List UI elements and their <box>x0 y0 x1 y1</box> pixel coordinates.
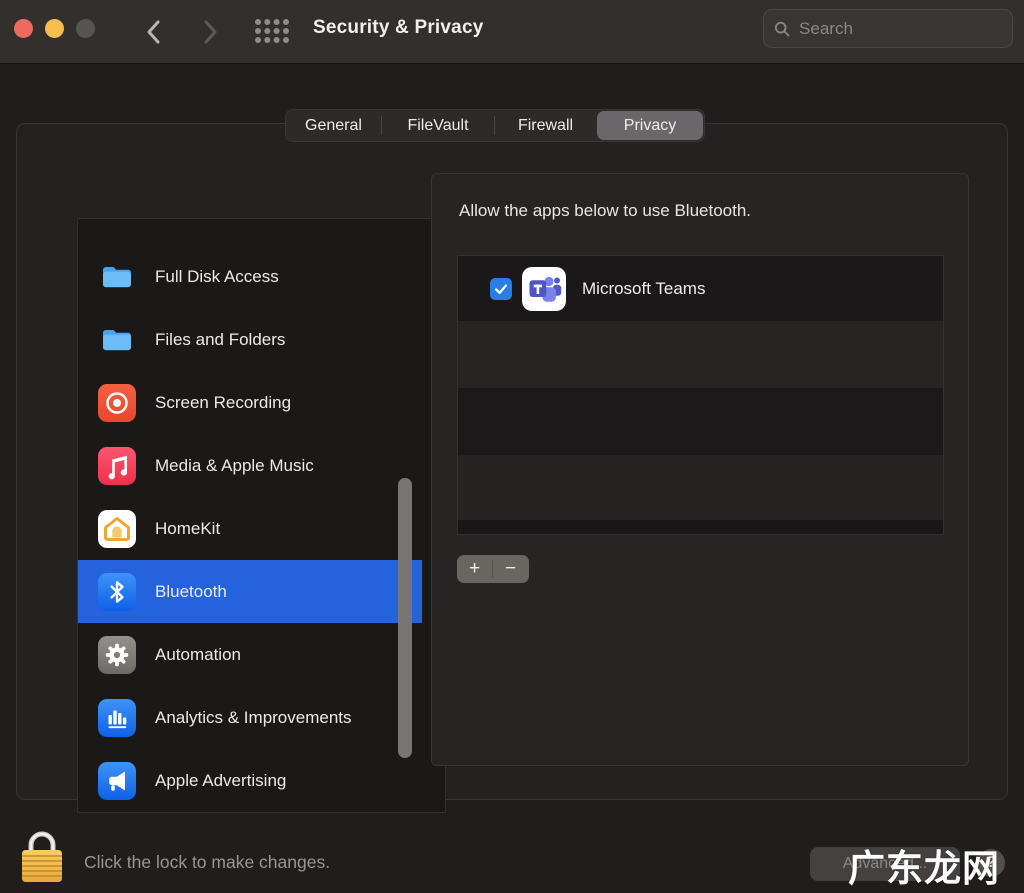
grid-icon <box>254 18 290 44</box>
lock-icon <box>20 824 64 886</box>
sidebar-item-label: Analytics & Improvements <box>155 708 352 728</box>
sidebar-item-apple-advertising[interactable]: Apple Advertising <box>78 749 445 812</box>
sidebar-item-label: Files and Folders <box>155 330 285 350</box>
checkmark-icon <box>492 280 510 298</box>
megaphone-icon <box>98 762 136 800</box>
gear-icon <box>98 636 136 674</box>
remove-app-button[interactable]: − <box>493 555 528 583</box>
back-button[interactable] <box>136 14 172 50</box>
security-privacy-window: Security & Privacy General FileVault Fir… <box>0 0 1024 893</box>
microsoft-teams-app-icon <box>522 267 566 311</box>
tab-filevault[interactable]: FileVault <box>382 110 494 141</box>
search-field[interactable] <box>763 9 1013 48</box>
page-title: Security & Privacy <box>313 17 483 39</box>
bluetooth-detail-pane: Allow the apps below to use Bluetooth. <box>431 173 969 766</box>
lock-button[interactable] <box>20 824 64 886</box>
app-checkbox[interactable] <box>490 278 512 300</box>
sidebar-item-label: HomeKit <box>155 519 220 539</box>
allowed-apps-list: Microsoft Teams <box>457 255 944 535</box>
sidebar-item-screen-recording[interactable]: Screen Recording <box>78 371 445 434</box>
sidebar-item-analytics-improvements[interactable]: Analytics & Improvements <box>78 686 445 749</box>
bar-chart-icon <box>98 699 136 737</box>
pane-heading: Allow the apps below to use Bluetooth. <box>459 201 751 221</box>
tab-bar: General FileVault Firewall Privacy <box>285 109 705 142</box>
app-row-microsoft-teams[interactable]: Microsoft Teams <box>458 256 943 321</box>
chevron-left-icon <box>146 20 162 44</box>
search-input[interactable] <box>799 19 1002 39</box>
sidebar-item-homekit[interactable]: HomeKit <box>78 497 445 560</box>
sidebar-item-full-disk-access[interactable]: Full Disk Access <box>78 245 445 308</box>
sidebar-item-media-apple-music[interactable]: Media & Apple Music <box>78 434 445 497</box>
sidebar-item-label: Media & Apple Music <box>155 456 314 476</box>
bluetooth-icon <box>98 573 136 611</box>
forward-button[interactable] <box>192 14 228 50</box>
empty-list-row <box>458 455 943 520</box>
sidebar-item-bluetooth[interactable]: Bluetooth <box>78 560 422 623</box>
tab-privacy[interactable]: Privacy <box>597 111 703 140</box>
empty-list-row <box>458 321 943 388</box>
sidebar-scrollbar-thumb[interactable] <box>398 478 412 758</box>
home-icon <box>98 510 136 548</box>
sidebar-item-label: Full Disk Access <box>155 267 279 287</box>
titlebar: Security & Privacy <box>0 0 1024 64</box>
minimize-button[interactable] <box>45 19 64 38</box>
tab-firewall[interactable]: Firewall <box>495 110 596 141</box>
add-app-button[interactable]: + <box>457 555 492 583</box>
privacy-panel: Full Disk Access Files and Folders <box>16 123 1008 800</box>
record-icon <box>98 384 136 422</box>
tab-general[interactable]: General <box>286 110 381 141</box>
sidebar-item-label: Apple Advertising <box>155 771 286 791</box>
music-note-icon <box>98 447 136 485</box>
lock-hint-text: Click the lock to make changes. <box>84 852 330 873</box>
sidebar-item-automation[interactable]: Automation <box>78 623 445 686</box>
chevron-right-icon <box>202 20 218 44</box>
privacy-category-list: Full Disk Access Files and Folders <box>77 218 446 813</box>
empty-list-row <box>458 520 943 535</box>
watermark-text: 广东龙网 <box>848 838 1000 892</box>
sidebar-item-label: Automation <box>155 645 241 665</box>
show-all-button[interactable] <box>254 18 290 49</box>
empty-list-row <box>458 388 943 455</box>
app-name: Microsoft Teams <box>582 279 705 299</box>
traffic-lights <box>14 19 95 38</box>
search-icon <box>774 20 790 38</box>
folder-icon <box>98 321 136 359</box>
sidebar-item-files-and-folders[interactable]: Files and Folders <box>78 308 445 371</box>
sidebar-item-label: Bluetooth <box>155 582 227 602</box>
close-button[interactable] <box>14 19 33 38</box>
sidebar-item-label: Screen Recording <box>155 393 291 413</box>
folder-icon <box>98 258 136 296</box>
zoom-button[interactable] <box>76 19 95 38</box>
add-remove-group: + − <box>457 555 529 583</box>
